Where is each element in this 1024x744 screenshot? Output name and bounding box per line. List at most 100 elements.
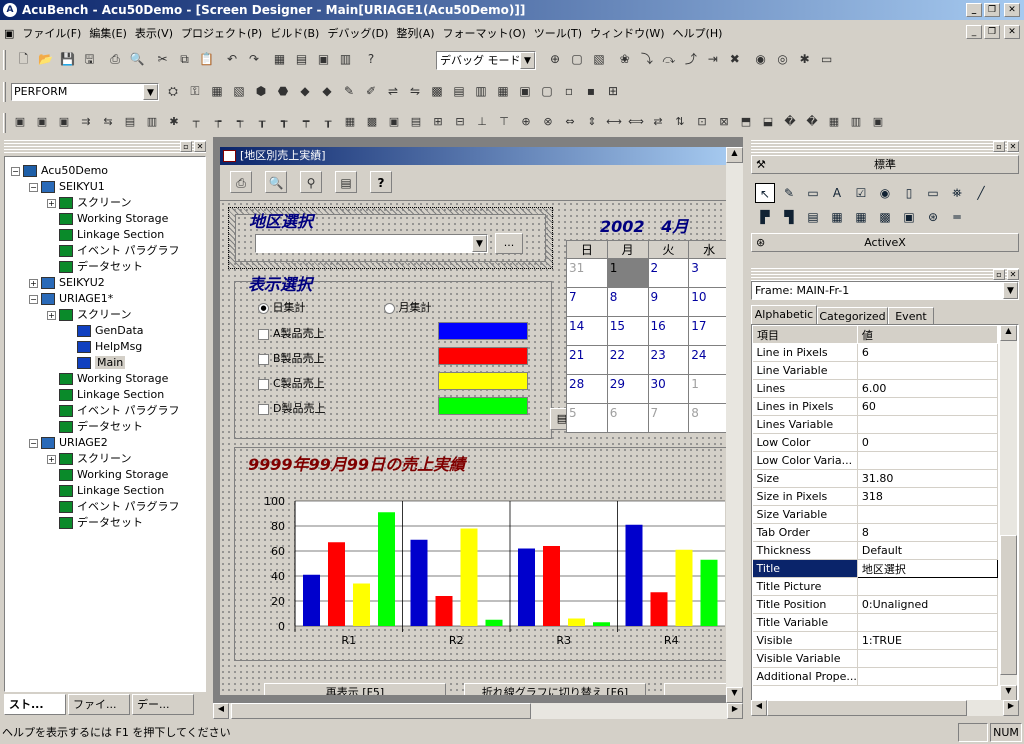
statement-tool-icon[interactable]: ⬣	[272, 80, 294, 102]
menu-item[interactable]: ヘルプ(H)	[669, 22, 727, 44]
expander-icon[interactable]: +	[47, 454, 56, 464]
chevron-down-icon[interactable]: ▼	[472, 235, 487, 252]
panel-dock-icon[interactable]: ▫	[180, 141, 192, 152]
perform-select[interactable]: PERFORM ▼	[11, 83, 159, 101]
tree-item[interactable]: Working Storage	[47, 211, 168, 227]
calendar-day[interactable]: 7	[647, 403, 690, 433]
property-value[interactable]: 0	[857, 433, 999, 452]
property-row[interactable]: Size 31.80	[752, 469, 999, 488]
undo-icon[interactable]: ↶	[221, 48, 243, 70]
toolbox-control-icon[interactable]: ▣	[899, 207, 919, 227]
property-value[interactable]	[857, 361, 999, 380]
property-value[interactable]: 8	[857, 523, 999, 542]
doc-restore-button[interactable]: ❐	[984, 25, 1000, 39]
minimize-button[interactable]: _	[966, 3, 982, 17]
align-tool-icon[interactable]: ┰	[317, 111, 339, 133]
view-form-icon[interactable]: ▦	[269, 48, 291, 70]
expander-icon[interactable]: +	[47, 310, 56, 320]
thin-icon[interactable]: ▭	[816, 48, 838, 70]
calendar-day[interactable]: 28	[566, 374, 608, 404]
menu-item[interactable]: デバッグ(D)	[323, 22, 392, 44]
toolbox-control-icon[interactable]: ☑	[851, 183, 871, 203]
statement-tool-icon[interactable]: ◆	[316, 80, 338, 102]
tree-item[interactable]: Main	[65, 355, 126, 371]
property-row[interactable]: Title 地区選択	[752, 559, 999, 578]
calendar-day[interactable]: 6	[606, 403, 649, 433]
align-tool-icon[interactable]: ▦	[339, 111, 361, 133]
binoculars-icon[interactable]: ⚲	[300, 171, 322, 193]
property-row[interactable]: Lines Variable	[752, 415, 999, 434]
bug-icon[interactable]: ✱	[794, 48, 816, 70]
toolbox-control-icon[interactable]: ═	[947, 207, 967, 227]
tree-item[interactable]: イベント パラグラフ	[47, 499, 180, 515]
align-tool-icon[interactable]: ┮	[207, 111, 229, 133]
tree-item[interactable]: イベント パラグラフ	[47, 403, 180, 419]
statement-tool-icon[interactable]: ◆	[294, 80, 316, 102]
menu-item[interactable]: 表示(V)	[131, 22, 177, 44]
statement-tool-icon[interactable]: ⚿	[184, 80, 206, 102]
scroll-up-icon[interactable]: ▲	[1000, 325, 1017, 341]
align-tool-icon[interactable]: ┭	[229, 111, 251, 133]
toolbox-control-icon[interactable]: ▯	[899, 183, 919, 203]
property-row[interactable]: Additional Prope...	[752, 667, 999, 686]
property-hscrollbar[interactable]: ◀ ▶	[751, 700, 1019, 716]
toolbox-control-icon[interactable]: ╱	[971, 183, 991, 203]
doc-minimize-button[interactable]: _	[966, 25, 982, 39]
property-value[interactable]	[857, 613, 999, 632]
align-tool-icon[interactable]: ▩	[361, 111, 383, 133]
calendar-day[interactable]: 1	[606, 258, 649, 288]
align-tool-icon[interactable]: ⇔	[559, 111, 581, 133]
object-select[interactable]: Frame: MAIN-Fr-1 ▼	[751, 281, 1019, 300]
align-tool-icon[interactable]: ⊥	[471, 111, 493, 133]
product-checkbox[interactable]: B製品売上	[258, 350, 325, 366]
statement-tool-icon[interactable]: ▢	[536, 80, 558, 102]
calendar-day[interactable]: 1	[688, 374, 730, 404]
scroll-right-icon[interactable]: ▶	[727, 703, 743, 719]
scroll-thumb[interactable]	[231, 703, 531, 719]
align-tool-icon[interactable]: ⇆	[97, 111, 119, 133]
property-value[interactable]	[857, 649, 999, 668]
scroll-thumb[interactable]	[1000, 535, 1017, 675]
align-tool-icon[interactable]: ┬	[185, 111, 207, 133]
step-icon[interactable]: ⤵	[636, 48, 658, 70]
property-value[interactable]	[857, 415, 999, 434]
property-row[interactable]: Line in Pixels 6	[752, 343, 999, 362]
statement-tool-icon[interactable]: ▦	[206, 80, 228, 102]
calendar-day[interactable]: 3	[688, 258, 730, 288]
grape-icon[interactable]: ❀	[614, 48, 636, 70]
menu-item[interactable]: 整列(A)	[392, 22, 438, 44]
property-row[interactable]: Low Color 0	[752, 433, 999, 452]
property-value[interactable]	[857, 577, 999, 596]
area-lookup-button[interactable]: ...	[495, 233, 523, 254]
align-tool-icon[interactable]: ⇉	[75, 111, 97, 133]
statement-tool-icon[interactable]: ▪	[580, 80, 602, 102]
product-checkbox[interactable]: D製品売上	[258, 400, 325, 416]
statement-tool-icon[interactable]: ⇌	[382, 80, 404, 102]
tree-item[interactable]: Linkage Section	[47, 483, 164, 499]
print-preview-icon[interactable]: 🔍	[126, 48, 148, 70]
tree-item[interactable]: + スクリーン	[47, 195, 131, 211]
restore-button[interactable]: ❐	[984, 3, 1000, 17]
statement-tool-icon[interactable]: ▣	[514, 80, 536, 102]
calendar-day[interactable]: 15	[606, 316, 649, 346]
statement-tool-icon[interactable]: ▩	[426, 80, 448, 102]
calendar-day[interactable]: 8	[688, 403, 730, 433]
toolbox-activex-tab[interactable]: ⊛ ActiveX	[751, 233, 1019, 252]
window-icon[interactable]: ▢	[566, 48, 588, 70]
tree-item[interactable]: + スクリーン	[47, 307, 131, 323]
expander-icon[interactable]: +	[47, 198, 56, 208]
run-cursor-icon[interactable]: ⇥	[702, 48, 724, 70]
toolbox-control-icon[interactable]: ▩	[875, 207, 895, 227]
align-tool-icon[interactable]: ┯	[295, 111, 317, 133]
new-file-icon[interactable]: 🗋	[13, 48, 35, 70]
property-value[interactable]	[857, 505, 999, 524]
extra-button[interactable]	[664, 683, 730, 695]
align-tool-icon[interactable]: ⊡	[691, 111, 713, 133]
designer-vscrollbar[interactable]: ▲ ▼	[726, 147, 743, 703]
property-value[interactable]: 318	[857, 487, 999, 506]
tree-item[interactable]: Working Storage	[47, 371, 168, 387]
align-tool-icon[interactable]: ▣	[867, 111, 889, 133]
property-value[interactable]: 0:Unaligned	[857, 595, 999, 614]
help-icon[interactable]: ?	[370, 171, 392, 193]
clear-bp-icon[interactable]: ◎	[772, 48, 794, 70]
